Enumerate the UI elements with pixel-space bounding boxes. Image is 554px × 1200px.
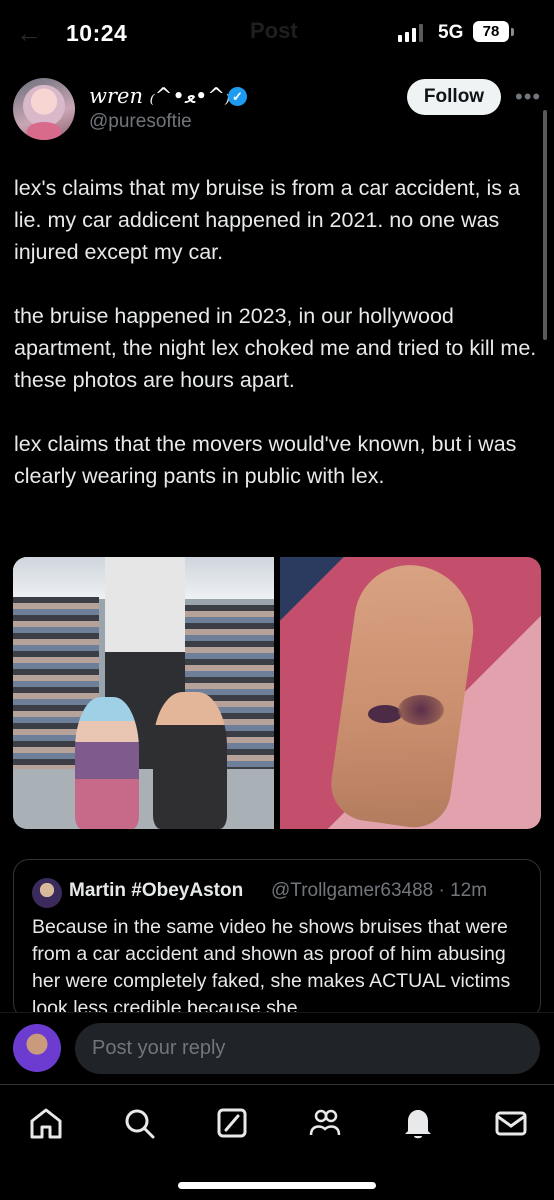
communities-icon[interactable]	[301, 1099, 349, 1147]
page-title: Post	[250, 18, 298, 43]
tweet-paragraph: lex claims that the movers would've know…	[14, 432, 517, 488]
quote-tweet[interactable]: Martin #ObeyAston @Trollgamer63488 · 12m…	[13, 859, 541, 1019]
author-handle[interactable]: @puresoftie	[89, 111, 192, 133]
photo-bruise	[398, 695, 444, 725]
battery-icon: 78	[473, 21, 509, 42]
reply-input[interactable]: Post your reply	[75, 1023, 540, 1074]
back-arrow-icon[interactable]: ←	[16, 18, 42, 49]
reply-bar: Post your reply	[0, 1012, 554, 1084]
battery-tip	[511, 28, 514, 36]
home-icon[interactable]	[22, 1099, 70, 1147]
quote-avatar[interactable]	[32, 878, 62, 908]
search-icon[interactable]	[115, 1099, 163, 1147]
status-bar: ← Post 10:24 5G 78	[0, 0, 554, 62]
tweet-text: lex's claims that my bruise is from a ca…	[14, 172, 542, 524]
verified-badge-icon: ✓	[228, 87, 247, 106]
user-avatar[interactable]	[13, 1024, 61, 1072]
photo-bruise	[368, 705, 402, 723]
photo-floor	[13, 769, 274, 829]
home-indicator	[178, 1182, 376, 1189]
photo-person	[153, 692, 227, 829]
photo-person	[75, 697, 139, 829]
status-time: 10:24	[66, 20, 128, 46]
more-options-icon[interactable]: •••	[515, 84, 541, 110]
author-display-name[interactable]: wren ₍^•ﻌ•^₎	[89, 84, 230, 108]
follow-button[interactable]: Follow	[407, 79, 501, 115]
bruise-photo[interactable]	[280, 557, 541, 829]
signal-icon	[398, 24, 423, 42]
grok-icon[interactable]	[208, 1099, 256, 1147]
scrollbar[interactable]	[543, 110, 547, 340]
quote-author-name: Martin #ObeyAston	[69, 880, 244, 901]
store-photo[interactable]	[13, 557, 274, 829]
quote-author-meta: @Trollgamer63488 · 12m	[271, 880, 488, 901]
quote-text: Because in the same video he shows bruis…	[32, 916, 511, 1019]
photo-arm	[326, 557, 482, 829]
tweet-paragraph: lex's claims that my bruise is from a ca…	[14, 176, 520, 264]
messages-icon[interactable]	[487, 1099, 535, 1147]
tweet-paragraph: the bruise happened in 2023, in our holl…	[14, 304, 537, 392]
author-avatar[interactable]	[13, 78, 75, 140]
notifications-icon[interactable]	[394, 1099, 442, 1147]
network-label: 5G	[438, 22, 464, 43]
bottom-nav	[0, 1084, 554, 1200]
